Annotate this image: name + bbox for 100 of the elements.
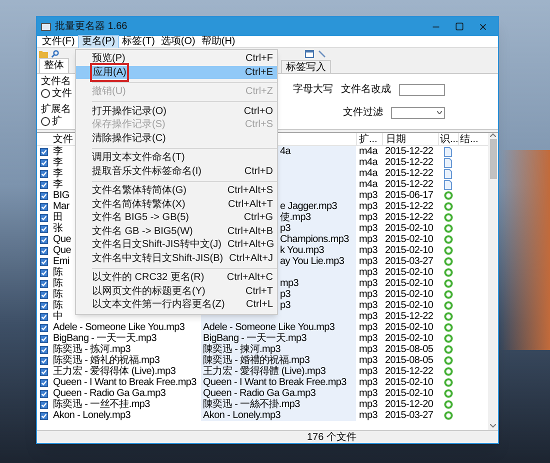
checkbox[interactable]	[40, 302, 48, 310]
menu-option[interactable]: 文件名中文转日文Shift-JIS(B) Ctrl+Alt+J	[76, 252, 277, 265]
extension-cell-text: mp3	[358, 201, 379, 212]
date-cell-text: 2015-02-10	[384, 377, 434, 388]
checkbox[interactable]	[40, 412, 48, 420]
filter-dropdown[interactable]	[391, 106, 445, 118]
filename-cell: 田	[53, 212, 63, 223]
menu-option[interactable]: 文件名 BIG5 -> GB(5) Ctrl+G	[76, 211, 277, 224]
checkbox[interactable]	[40, 214, 48, 222]
checkbox[interactable]	[40, 148, 48, 156]
filename-cell: BigBang - 一天一天.mp3	[53, 333, 157, 344]
filename-cell: 陈	[53, 267, 63, 278]
tab[interactable]: 标签写入	[281, 60, 331, 73]
checkbox[interactable]	[40, 236, 48, 244]
checkbox[interactable]	[40, 312, 48, 320]
checkbox[interactable]	[40, 170, 48, 178]
checkbox[interactable]	[40, 158, 48, 166]
checkbox[interactable]	[40, 346, 48, 354]
rename-to-label: 文件名改成	[341, 82, 391, 97]
menu-item[interactable]: 标签(T)	[119, 36, 158, 48]
filename-cell: 陈	[53, 300, 63, 311]
radio-button[interactable]	[41, 117, 50, 126]
menu-option[interactable]: 文件名简体转繁体(X) Ctrl+Alt+T	[76, 198, 277, 211]
column-header[interactable]: 扩...	[356, 133, 382, 145]
menu-option[interactable]: 应用(A) Ctrl+E	[76, 66, 277, 79]
checkbox[interactable]	[40, 192, 48, 200]
maximize-icon[interactable]	[455, 22, 464, 31]
menu-option[interactable]: 打开操作记录(O) Ctrl+O	[76, 104, 277, 118]
checkbox[interactable]	[40, 258, 48, 266]
menu-option[interactable]: 文件名日文Shift-JIS转中文(J) Ctrl+Alt+G	[76, 238, 277, 252]
filter-label: 文件过滤	[343, 106, 383, 120]
checkbox[interactable]	[40, 334, 48, 342]
checkbox[interactable]	[40, 280, 48, 288]
wand-icon[interactable]	[318, 50, 326, 58]
scroll-up-icon[interactable]	[490, 133, 496, 137]
menu-item[interactable]: 选项(O)	[158, 36, 198, 48]
menu-option[interactable]: 以网页文件的标题更名(Y) Ctrl+T	[76, 284, 277, 298]
date-cell-text: 2015-02-10	[384, 300, 434, 311]
menu-item[interactable]: 更名(P)	[78, 34, 120, 48]
checkbox[interactable]	[40, 290, 48, 298]
filename-cell: Adele - Someone Like You.mp3	[53, 322, 185, 333]
close-icon[interactable]	[478, 22, 488, 32]
filename-cell: 李	[53, 157, 63, 168]
column-header[interactable]: 结...	[458, 133, 480, 145]
search-icon[interactable]	[51, 50, 59, 58]
app-icon	[41, 22, 51, 32]
menu-option[interactable]: 调用文本文件命名(T)	[76, 151, 277, 164]
scrollbar[interactable]	[488, 133, 498, 430]
column-header[interactable]: 文件	[53, 133, 73, 145]
checkbox[interactable]	[40, 246, 48, 254]
checkbox[interactable]	[40, 180, 48, 188]
checkbox[interactable]	[40, 378, 48, 386]
menu-item[interactable]: 帮助(H)	[198, 36, 238, 48]
extension-cell-text: mp3	[358, 278, 379, 289]
date-cell-text: 2015-02-10	[384, 333, 434, 344]
date-cell-text: 2015-02-10	[384, 289, 434, 300]
menu-option[interactable]: 以文件的 CRC32 更名(R) Ctrl+Alt+C	[76, 271, 277, 284]
date-cell-text: 2015-02-10	[384, 234, 434, 245]
filename-cell: Mar	[53, 201, 70, 212]
chevron-down-icon	[437, 111, 442, 114]
date-cell-text: 2015-12-22	[384, 179, 434, 190]
date-cell-text: 2015-03-27	[384, 256, 434, 267]
date-cell-text: 2015-12-22	[384, 157, 434, 168]
checkbox[interactable]	[40, 202, 48, 210]
filename-cell: 陈奕迅 - 一丝不挂.mp3	[53, 399, 150, 410]
checkbox[interactable]	[40, 400, 48, 408]
date-cell-text: 2015-02-10	[384, 245, 434, 256]
filename-cell: BIG	[53, 190, 70, 201]
menu-option[interactable]: 预览(P) Ctrl+F	[76, 52, 277, 66]
menu-option[interactable]: 提取音乐文件标签命名(I) Ctrl+D	[76, 164, 277, 178]
window-icon[interactable]	[305, 50, 314, 58]
scroll-thumb[interactable]	[490, 139, 496, 179]
extension-cell-text: m4a	[358, 146, 379, 157]
filename-cell: 张	[53, 223, 63, 234]
new-name-cell: p3	[280, 300, 291, 311]
column-header[interactable]: 识...	[438, 133, 458, 145]
scroll-down-icon[interactable]	[490, 424, 496, 428]
date-cell-text: 2015-02-10	[384, 388, 434, 399]
extension-cell-text: mp3	[358, 377, 379, 388]
checkbox[interactable]	[40, 356, 48, 364]
tab[interactable]: 整体	[39, 58, 69, 73]
column-header[interactable]: 日期	[382, 133, 438, 145]
menu-option[interactable]: 以文本文件第一行内容更名(Z) Ctrl+L	[76, 298, 277, 312]
date-cell-text: 2015-08-05	[384, 344, 434, 355]
menu-item[interactable]: 文件(F)	[39, 36, 78, 48]
filename-cell: Que	[53, 245, 72, 256]
menu-option[interactable]: 文件名繁体转简体(G) Ctrl+Alt+S	[76, 184, 277, 198]
checkbox[interactable]	[40, 390, 48, 398]
menu-option[interactable]: 清除操作记录(C)	[76, 132, 277, 145]
new-name-cell: Adele - Someone Like You.mp3	[203, 322, 335, 333]
checkbox[interactable]	[40, 268, 48, 276]
checkbox[interactable]	[40, 368, 48, 376]
radio-button[interactable]	[41, 89, 50, 98]
new-name-cell: Akon - Lonely.mp3	[203, 410, 281, 421]
rename-input-field[interactable]	[399, 84, 445, 96]
menu-option[interactable]: 文件名 GB -> BIG5(W) Ctrl+Alt+B	[76, 224, 277, 238]
extension-cell-text: mp3	[358, 344, 379, 355]
extension-cell-text: mp3	[358, 410, 379, 421]
checkbox[interactable]	[40, 224, 48, 232]
checkbox[interactable]	[40, 324, 48, 332]
